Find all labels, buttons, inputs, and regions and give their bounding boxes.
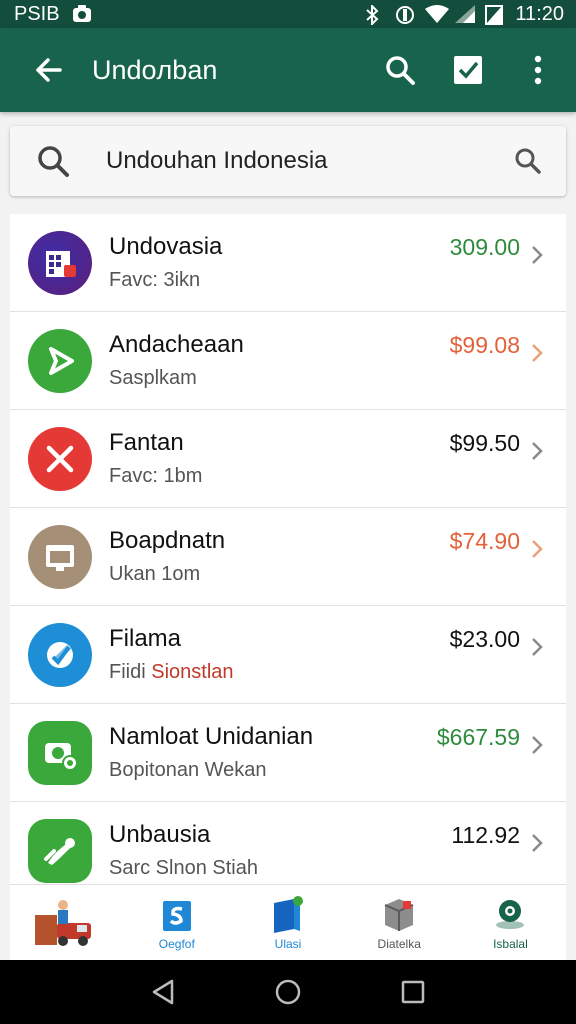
item-price: $99.08 — [449, 332, 520, 358]
edit-icon — [28, 622, 92, 687]
search-bar — [10, 126, 566, 196]
item-subtitle-highlight: Sionstlan — [151, 660, 234, 683]
select-all-button[interactable] — [444, 46, 492, 94]
phone-icon — [28, 819, 92, 883]
chevron-right-icon — [532, 246, 543, 264]
item-price: $23.00 — [449, 626, 520, 652]
nav-item-delivery[interactable] — [10, 885, 121, 960]
search-input[interactable] — [106, 147, 510, 175]
monitor-icon — [28, 524, 92, 589]
circle-home-icon — [275, 979, 301, 1005]
triangle-back-icon — [152, 979, 173, 1005]
item-subtitle: Sarc Slnon Stiah — [109, 857, 258, 879]
chevron-right-icon — [532, 736, 543, 754]
nav-label-isbalal: Isbalal — [493, 937, 528, 951]
more-options-button[interactable] — [514, 46, 562, 94]
item-price: $667.59 — [436, 724, 520, 750]
checkbox-icon — [454, 56, 482, 84]
book-icon — [268, 894, 308, 934]
nav-label-diatelka: Diatelka — [377, 937, 421, 951]
status-time: 11:20 — [515, 2, 564, 25]
item-subtitle-wrap: Fiidi Sionstlan — [109, 658, 566, 686]
back-button[interactable] — [26, 48, 70, 92]
calendar-icon — [28, 230, 92, 295]
delivery-truck-icon — [31, 895, 101, 951]
item-price: $99.50 — [449, 430, 520, 456]
system-home-button[interactable] — [268, 972, 308, 1012]
page-title: Undoлban — [92, 54, 218, 85]
chevron-right-icon — [532, 442, 543, 460]
search-icon — [515, 148, 541, 174]
item-price: 112.92 — [451, 822, 520, 848]
arrow-left-icon — [36, 58, 62, 82]
chevron-right-icon — [532, 540, 543, 558]
shopify-bag-icon — [157, 894, 197, 934]
search-submit-button[interactable] — [510, 143, 546, 179]
list-item[interactable]: Undovasia Favc: 3ikn 309.00 — [10, 214, 566, 312]
item-price: $74.90 — [449, 528, 520, 554]
list-item[interactable]: Namloat Unidanian Bopitonan Wekan $667.5… — [10, 704, 566, 802]
search-icon — [32, 140, 74, 182]
item-subtitle: Ukan 1om — [109, 562, 201, 585]
chevron-right-icon — [532, 834, 543, 852]
item-subtitle: Fiidi — [109, 660, 152, 683]
nav-label-shop: Oegfof — [158, 937, 195, 951]
bluetooth-icon — [365, 3, 385, 27]
camera-icon — [28, 720, 92, 785]
chevron-right-icon — [532, 344, 543, 362]
bottom-navigation: Oegfof Ulasi Diatelka Isbalal — [10, 884, 566, 960]
nav-item-diatelka[interactable]: Diatelka — [344, 885, 455, 960]
close-icon — [28, 426, 92, 491]
status-left-text: PSIB — [14, 2, 60, 25]
play-icon — [28, 328, 92, 393]
nav-item-isbalal[interactable]: Isbalal — [455, 885, 566, 960]
status-bar: PSIB 11:20 — [0, 0, 576, 28]
box-icon — [379, 894, 419, 934]
app-bar: Undoлban — [0, 28, 576, 112]
list-item[interactable]: Fantan Favc: 1bm $99.50 — [10, 410, 566, 508]
nav-item-shop[interactable]: Oegfof — [121, 885, 232, 960]
system-nav-bar — [0, 960, 576, 1024]
wifi-icon — [425, 5, 450, 23]
item-subtitle: Sasplkam — [109, 366, 197, 389]
vibrate-icon — [395, 5, 415, 24]
chevron-right-icon — [532, 638, 543, 656]
more-vertical-icon — [534, 55, 542, 85]
signal-icon — [455, 5, 476, 23]
list-item[interactable]: Andacheaan Sasplkam $99.08 — [10, 312, 566, 410]
list-item[interactable]: Boapdnatn Ukan 1om $74.90 — [10, 508, 566, 606]
search-button[interactable] — [376, 46, 424, 94]
item-price: 309.00 — [449, 234, 520, 260]
square-recents-icon — [402, 980, 425, 1004]
camera-notification-icon — [72, 5, 92, 23]
item-subtitle: Bopitonan Wekan — [109, 758, 267, 781]
battery-icon — [485, 5, 505, 25]
results-list: Undovasia Favc: 3ikn 309.00 Andacheaan S… — [10, 214, 566, 884]
search-icon — [386, 56, 415, 85]
system-back-button[interactable] — [143, 972, 183, 1012]
system-recents-button[interactable] — [393, 972, 433, 1012]
list-item[interactable]: Filama Fiidi Sionstlan $23.00 — [10, 606, 566, 704]
nav-item-ulasi[interactable]: Ulasi — [232, 885, 343, 960]
nav-label-ulasi: Ulasi — [274, 937, 302, 951]
location-pin-icon — [490, 894, 530, 934]
list-item[interactable]: Unbausia Sarc Slnon Stiah 112.92 — [10, 802, 566, 884]
item-subtitle: Favc: 1bm — [109, 464, 203, 487]
item-subtitle: Favc: 3ikn — [109, 268, 201, 291]
